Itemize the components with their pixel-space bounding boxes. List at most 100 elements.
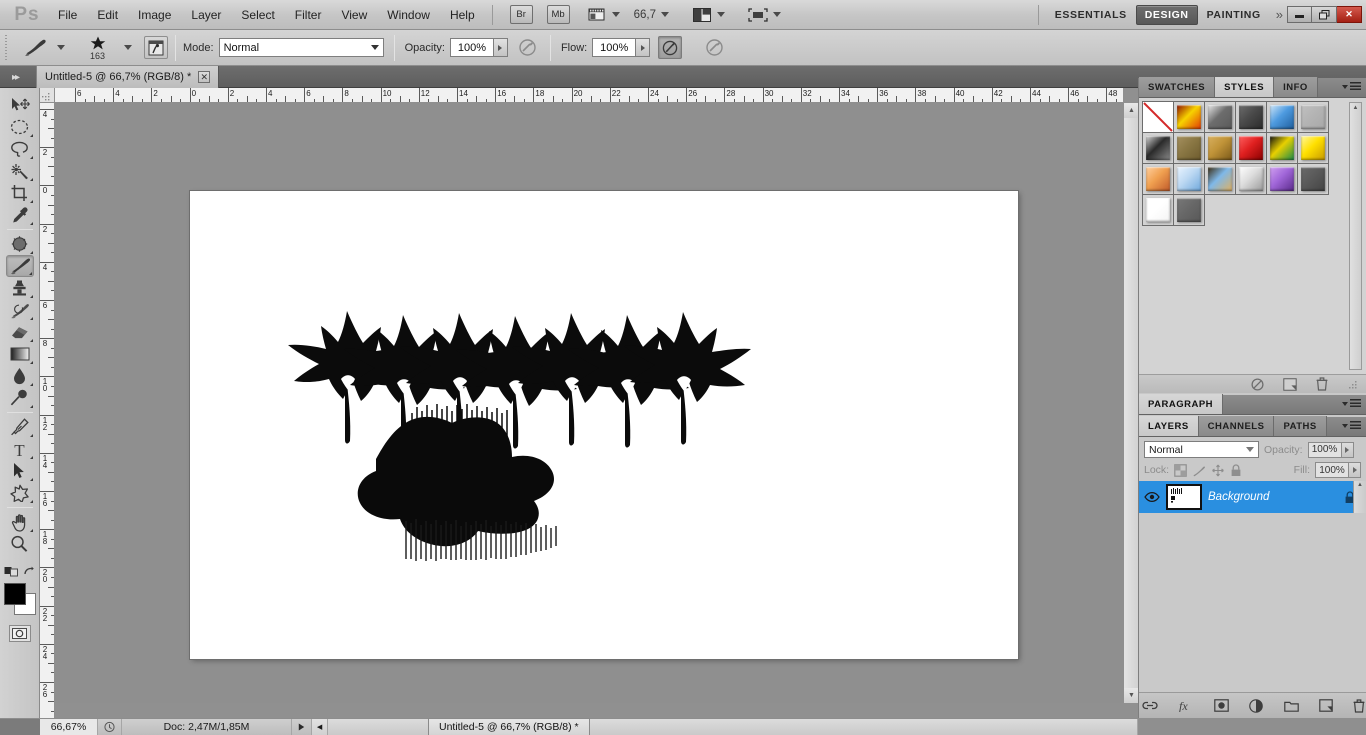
flyout-triangle-icon[interactable] xyxy=(27,456,33,459)
layer-fill-stepper[interactable] xyxy=(1349,462,1361,478)
style-charcoal[interactable] xyxy=(1297,163,1329,195)
add-layer-mask-icon[interactable] xyxy=(1213,699,1229,712)
pen-tool[interactable] xyxy=(6,416,34,438)
elliptical-marquee-tool[interactable] xyxy=(6,116,34,138)
launch-mini-bridge-button[interactable]: Mb xyxy=(546,5,570,24)
brush-preset-chevron-down-icon[interactable] xyxy=(57,45,65,50)
flyout-triangle-icon[interactable] xyxy=(27,200,33,203)
styles-scrollbar[interactable]: ▲ xyxy=(1349,102,1362,370)
zoom-tool[interactable] xyxy=(6,533,34,555)
dodge-tool[interactable] xyxy=(6,387,34,409)
style-white-plain[interactable] xyxy=(1142,194,1174,226)
menu-layer[interactable]: Layer xyxy=(181,1,231,29)
menu-file[interactable]: File xyxy=(48,1,87,29)
style-dark-metal[interactable] xyxy=(1235,101,1267,133)
layers-scroll-up-icon[interactable]: ▲ xyxy=(1357,482,1363,488)
flow-input[interactable]: 100% xyxy=(592,38,637,57)
panel-menu-icon[interactable] xyxy=(1342,82,1361,91)
flyout-triangle-icon[interactable] xyxy=(27,383,33,386)
layer-opacity-stepper[interactable] xyxy=(1341,441,1354,458)
styles-scroll-up-icon[interactable]: ▲ xyxy=(1350,103,1361,113)
workspace-tab-essentials[interactable]: ESSENTIALS xyxy=(1046,5,1136,25)
status-zoom-value[interactable]: 66,67% xyxy=(40,718,98,735)
custom-shape-tool[interactable] xyxy=(6,482,34,504)
eraser-tool[interactable] xyxy=(6,321,34,343)
history-brush-tool[interactable] xyxy=(6,299,34,321)
workspace-overflow-icon[interactable]: » xyxy=(1276,7,1283,22)
lock-position-icon[interactable] xyxy=(1211,464,1225,477)
menu-view[interactable]: View xyxy=(331,1,377,29)
tab-swatches[interactable]: SWATCHES xyxy=(1139,77,1216,97)
options-bar-grip[interactable] xyxy=(3,34,12,61)
flyout-triangle-icon[interactable] xyxy=(27,405,33,408)
collapse-panel-icon[interactable]: ▸▸ xyxy=(4,69,26,85)
flyout-triangle-icon[interactable] xyxy=(27,317,33,320)
layers-list-scrollbar[interactable]: ▲ xyxy=(1353,481,1366,513)
edit-in-quick-mask-icon[interactable] xyxy=(4,565,18,577)
style-bevel-gray[interactable] xyxy=(1204,101,1236,133)
lock-image-pixels-icon[interactable] xyxy=(1192,464,1206,477)
eye-icon[interactable] xyxy=(1144,491,1160,503)
tab-paths[interactable]: PATHS xyxy=(1274,416,1327,436)
flyout-triangle-icon[interactable] xyxy=(27,295,33,298)
style-sunset-sky[interactable] xyxy=(1173,101,1205,133)
tablet-pressure-size-icon[interactable] xyxy=(702,36,726,59)
quick-mask-mode-icon[interactable] xyxy=(8,625,31,642)
flyout-triangle-icon[interactable] xyxy=(27,529,33,532)
quick-selection-tool[interactable] xyxy=(6,160,34,182)
style-beach-horizon[interactable] xyxy=(1204,163,1236,195)
new-group-icon[interactable] xyxy=(1283,700,1299,712)
workspace-tab-painting[interactable]: PAINTING xyxy=(1198,5,1270,25)
zoom-menu-icon[interactable] xyxy=(98,718,122,735)
layer-blend-chevron-down-icon[interactable] xyxy=(1246,447,1254,452)
tab-info[interactable]: INFO xyxy=(1274,77,1318,97)
horizontal-ruler[interactable]: 6 4 2 0 2 4 6 8 10 12 14 16 18 20 22 24 26 28 30 32 34 36 38 40… xyxy=(55,88,1123,103)
style-light-blue-sky[interactable] xyxy=(1173,163,1205,195)
menu-window[interactable]: Window xyxy=(377,1,440,29)
arrange-chevron-down-icon[interactable] xyxy=(717,12,726,17)
tab-layers[interactable]: LAYERS xyxy=(1139,416,1199,436)
style-purple-shadow[interactable] xyxy=(1266,163,1298,195)
close-button[interactable]: ✕ xyxy=(1337,6,1362,23)
scroll-down-arrow-icon[interactable]: ▼ xyxy=(1124,688,1139,703)
style-medium-gray[interactable] xyxy=(1173,194,1205,226)
flow-stepper[interactable] xyxy=(636,38,651,57)
flyout-triangle-icon[interactable] xyxy=(27,156,33,159)
blend-mode-select[interactable]: Normal xyxy=(218,38,384,57)
document-tab-untitled-5[interactable]: Untitled-5 @ 66,7% (RGB/8) * ✕ xyxy=(36,66,220,88)
style-blue-glass[interactable] xyxy=(1266,101,1298,133)
airbrush-icon[interactable] xyxy=(658,36,683,59)
brush-tool[interactable] xyxy=(5,255,34,277)
toggle-brush-panel-icon[interactable] xyxy=(144,36,168,59)
flyout-triangle-icon[interactable] xyxy=(27,478,33,481)
close-icon[interactable]: ✕ xyxy=(198,71,211,83)
workspace-tab-design[interactable]: DESIGN xyxy=(1135,4,1198,25)
scroll-up-arrow-icon[interactable]: ▲ xyxy=(1124,103,1139,118)
link-layers-icon[interactable] xyxy=(1141,700,1158,711)
style-olive-brown[interactable] xyxy=(1173,132,1205,164)
menu-edit[interactable]: Edit xyxy=(87,1,128,29)
spot-healing-brush-tool[interactable] xyxy=(6,233,34,255)
status-doc-info[interactable]: Doc: 2,47M/1,85M xyxy=(122,718,292,735)
clear-style-icon[interactable] xyxy=(1251,377,1264,391)
layer-thumbnail[interactable] xyxy=(1166,484,1202,510)
blur-tool[interactable] xyxy=(6,365,34,387)
panel-menu-icon[interactable] xyxy=(1342,399,1361,408)
flyout-triangle-icon[interactable] xyxy=(27,134,33,137)
canvas-vertical-scrollbar[interactable]: ▲ ▼ xyxy=(1123,103,1139,703)
document-canvas[interactable] xyxy=(190,191,1018,659)
layer-blend-mode-select[interactable]: Normal xyxy=(1144,441,1259,458)
status-arrow-icon[interactable] xyxy=(292,718,312,735)
tablet-pressure-opacity-icon[interactable] xyxy=(516,36,540,59)
opacity-stepper[interactable] xyxy=(493,38,508,57)
arrange-documents-icon[interactable] xyxy=(691,5,712,24)
status-hscroll-left-icon[interactable]: ◀ xyxy=(312,718,328,735)
flyout-triangle-icon[interactable] xyxy=(27,339,33,342)
minimize-button[interactable] xyxy=(1287,6,1312,23)
hand-tool[interactable] xyxy=(6,511,34,533)
delete-layer-icon[interactable] xyxy=(1353,698,1365,713)
path-selection-tool[interactable] xyxy=(6,460,34,482)
style-golden-brown[interactable] xyxy=(1204,132,1236,164)
style-none[interactable] xyxy=(1142,101,1174,133)
brush-preset-icon[interactable] xyxy=(22,36,52,60)
